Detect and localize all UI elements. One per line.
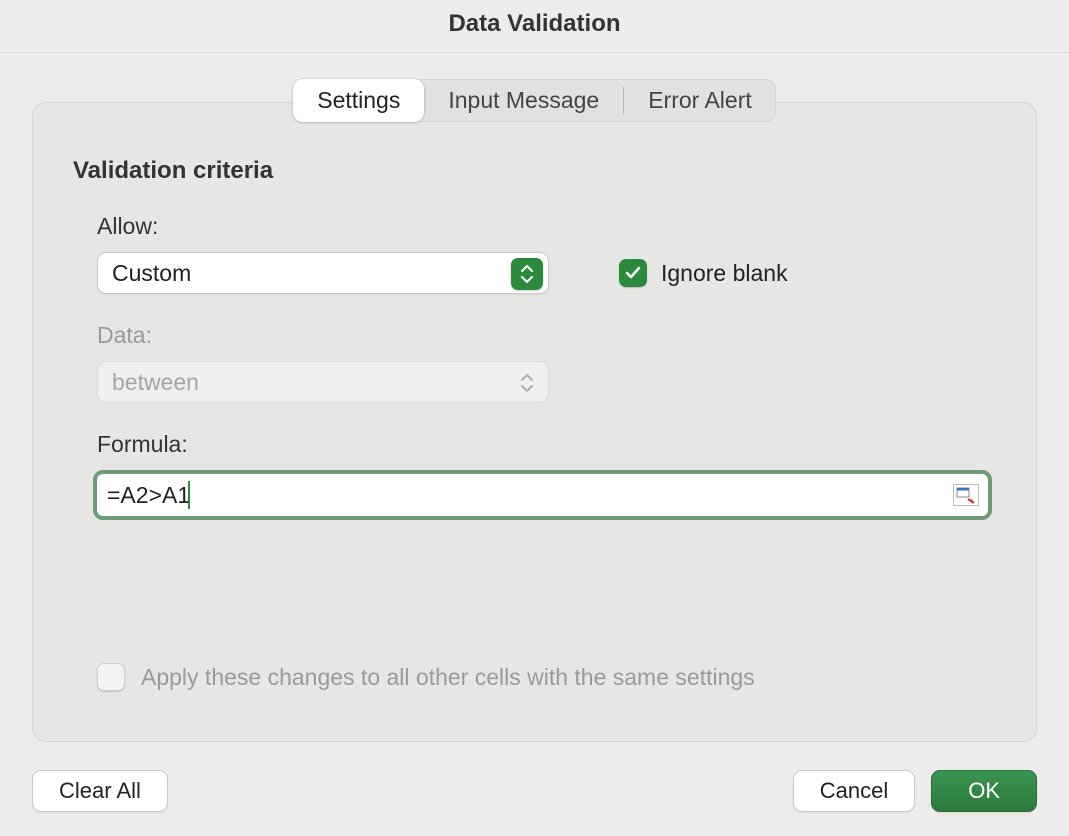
- chevron-up-down-icon: [511, 367, 543, 399]
- formula-value: =A2>A1: [107, 482, 190, 509]
- ignore-blank-label: Ignore blank: [661, 260, 788, 287]
- cancel-button[interactable]: Cancel: [793, 770, 915, 812]
- apply-all-checkbox: [97, 663, 125, 691]
- data-select: between: [97, 361, 549, 403]
- collapse-dialog-icon[interactable]: [952, 483, 980, 507]
- tab-settings[interactable]: Settings: [293, 79, 424, 122]
- tab-row: Settings Input Message Error Alert: [0, 79, 1069, 122]
- ignore-blank-checkbox[interactable]: [619, 259, 647, 287]
- text-caret: [188, 481, 190, 509]
- tab-input-message[interactable]: Input Message: [424, 79, 623, 122]
- settings-panel: Validation criteria Allow: Custom Ignore…: [32, 102, 1037, 742]
- ok-button[interactable]: OK: [931, 770, 1037, 812]
- apply-all-label: Apply these changes to all other cells w…: [141, 664, 755, 691]
- apply-all-row: Apply these changes to all other cells w…: [97, 663, 755, 691]
- formula-field[interactable]: =A2>A1: [93, 470, 992, 520]
- chevron-up-down-icon: [511, 258, 543, 290]
- data-select-value: between: [112, 369, 199, 396]
- section-heading: Validation criteria: [73, 157, 996, 185]
- allow-select-value: Custom: [112, 260, 191, 287]
- clear-all-button[interactable]: Clear All: [32, 770, 168, 812]
- check-icon: [624, 264, 642, 282]
- formula-label: Formula:: [97, 431, 996, 458]
- dialog-title: Data Validation: [0, 0, 1069, 52]
- tab-error-alert[interactable]: Error Alert: [624, 79, 776, 122]
- title-divider: [0, 52, 1069, 53]
- allow-label: Allow:: [97, 213, 996, 240]
- data-label: Data:: [97, 322, 996, 349]
- allow-select[interactable]: Custom: [97, 252, 549, 294]
- ignore-blank-row: Ignore blank: [619, 259, 788, 287]
- tab-group: Settings Input Message Error Alert: [293, 79, 776, 122]
- dialog-footer: Clear All Cancel OK: [0, 770, 1069, 812]
